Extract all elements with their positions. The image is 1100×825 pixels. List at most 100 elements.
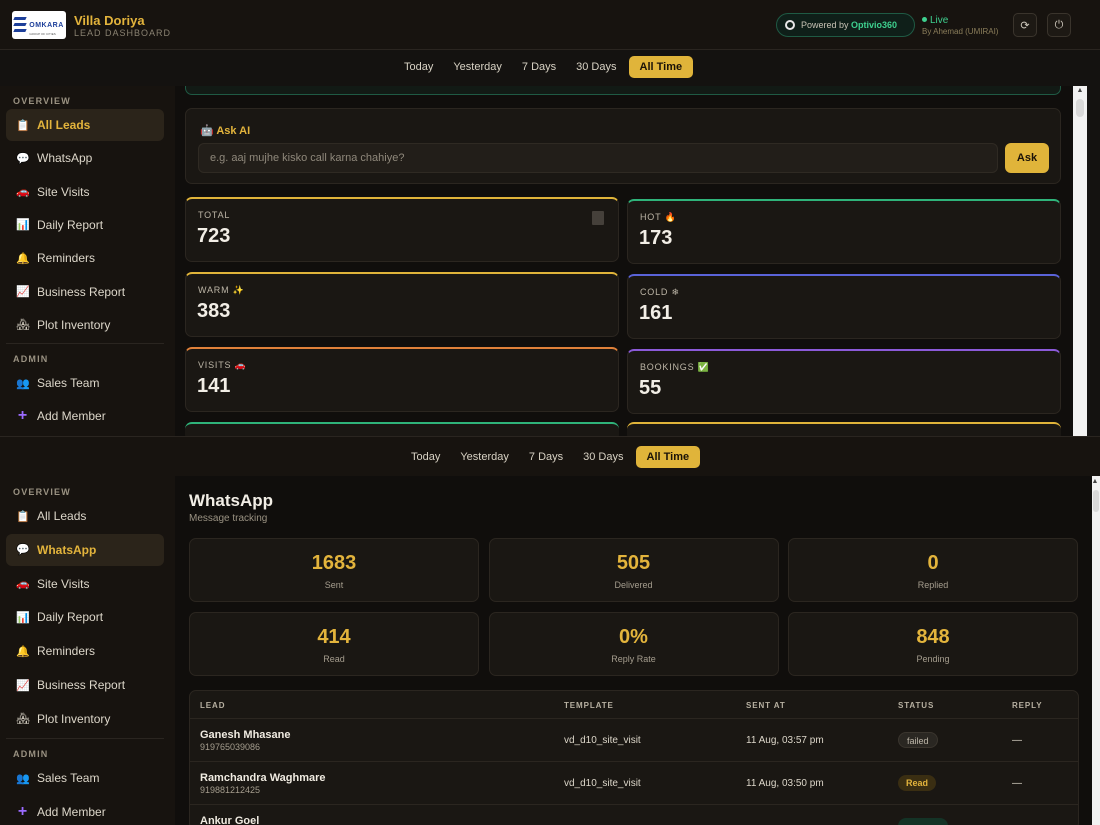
ask-ai-title: 🤖 Ask AI <box>200 125 251 137</box>
status-badge: failed <box>898 732 938 748</box>
powered-by-badge[interactable]: Powered by Optivio360 <box>776 13 915 37</box>
sidebar-item-add-member[interactable]: + Add Member <box>6 796 164 825</box>
template-name: vd_d10_site_visit <box>564 778 641 789</box>
ask-ai-input[interactable] <box>198 143 998 173</box>
scroll-up-icon[interactable]: ▲ <box>1075 87 1085 94</box>
table-row[interactable]: Ramchandra Waghmare 919881212425 vd_d10_si… <box>190 762 1078 805</box>
reminders-icon: 🔔 <box>16 645 30 658</box>
filter-7-days[interactable]: 7 Days <box>521 446 571 468</box>
refresh-button[interactable]: ⟳ <box>1013 13 1037 37</box>
sidebar-item-label: Business Report <box>37 284 126 299</box>
sidebar-item-label: Reminders <box>37 251 96 266</box>
scrollbar-thumb[interactable] <box>1093 490 1099 512</box>
stat-card-hot[interactable]: HOT 🔥 173 <box>627 199 1061 264</box>
brand-title: Villa Doriya <box>74 13 145 28</box>
sidebar-item-site-visits[interactable]: 🚗 Site Visits <box>6 568 164 600</box>
stat-card-warm[interactable]: WARM ✨ 383 <box>185 272 619 337</box>
scroll-up-icon[interactable]: ▲ <box>1090 478 1100 485</box>
scrollbar-thumb[interactable] <box>1076 99 1084 117</box>
sidebar-item-all-leads[interactable]: 📋 All Leads <box>6 109 164 141</box>
sidebar-item-label: Daily Report <box>37 610 104 625</box>
company-logo: OMKARA GROUP OF CITIES <box>12 11 66 39</box>
sidebar-item-business-report[interactable]: 📈 Business Report <box>6 669 164 701</box>
scrollbar-track[interactable] <box>1073 86 1087 436</box>
lead-name: Ganesh Mhasane <box>200 729 291 741</box>
filter-7-days[interactable]: 7 Days <box>514 56 564 78</box>
logout-button[interactable]: ⏻ <box>1047 13 1071 37</box>
metric-value: 1683 <box>311 552 357 574</box>
filter-yesterday[interactable]: Yesterday <box>452 446 517 468</box>
metric-label: Read <box>323 653 345 664</box>
sidebar-item-site-visits[interactable]: 🚗 Site Visits <box>6 176 164 208</box>
scrollbar-track[interactable] <box>1092 476 1100 825</box>
sidebar-item-reminders[interactable]: 🔔 Reminders <box>6 635 164 667</box>
metric-card-pending: 848 Pending <box>788 611 1078 676</box>
sent-at: 11 Aug, 03:57 pm <box>746 735 824 746</box>
sidebar: OVERVIEW 📋 All Leads 💬 WhatsApp 🚗 Site Visits 📊… <box>0 86 175 436</box>
filter-all-time[interactable]: All Time <box>628 56 694 78</box>
table-row[interactable]: Ankur Goel <box>190 805 1078 825</box>
add-member-icon: + <box>17 407 28 425</box>
filter-30-days[interactable]: 30 Days <box>575 446 631 468</box>
stat-value: 723 <box>197 225 231 247</box>
filter-all-time[interactable]: All Time <box>635 446 701 468</box>
column-header-lead[interactable]: LEAD <box>200 701 225 710</box>
filter-today[interactable]: Today <box>396 56 441 78</box>
sidebar-item-reminders[interactable]: 🔔 Reminders <box>6 242 164 274</box>
sidebar-item-add-member[interactable]: + Add Member <box>6 400 164 432</box>
reply-value: — <box>1012 778 1022 789</box>
metric-value: 505 <box>616 552 651 574</box>
logo-subtext: GROUP OF CITIES <box>29 32 56 36</box>
lead-phone: 919765039086 <box>200 742 261 752</box>
metric-value: 414 <box>317 625 351 648</box>
ring-icon <box>785 20 795 30</box>
stat-card-bookings[interactable]: BOOKINGS ✅ 55 <box>627 349 1061 414</box>
column-header-sent-at[interactable]: SENT AT <box>746 701 786 710</box>
sidebar-item-label: Sales Team <box>37 376 100 390</box>
date-filter-group: Today Yesterday 7 Days 30 Days All Time <box>396 56 694 78</box>
lead-name: Ankur Goel <box>200 815 260 825</box>
ask-button[interactable]: Ask <box>1005 143 1049 173</box>
sidebar-item-sales-team[interactable]: 👥 Sales Team <box>6 367 164 399</box>
stat-card-visits[interactable]: VISITS 🚗 141 <box>185 347 619 412</box>
whatsapp-icon: 💬 <box>16 544 30 557</box>
sidebar-item-whatsapp[interactable]: 💬 WhatsApp <box>6 533 164 566</box>
daily-report-icon: 📊 <box>16 219 30 232</box>
stat-value: 141 <box>197 375 231 397</box>
stat-card-total[interactable]: TOTAL 723 <box>185 197 619 262</box>
sidebar-item-whatsapp[interactable]: 💬 WhatsApp <box>6 142 164 174</box>
daily-report-icon: 📊 <box>16 611 30 624</box>
filter-today[interactable]: Today <box>403 446 448 468</box>
sidebar-item-business-report[interactable]: 📈 Business Report <box>6 276 164 308</box>
sidebar-item-all-leads[interactable]: 📋 All Leads <box>6 500 164 532</box>
status-badge <box>898 818 948 825</box>
plot-inventory-icon: 🏘 <box>16 713 30 726</box>
sidebar-item-sales-team[interactable]: 👥 Sales Team <box>6 762 164 794</box>
sidebar-item-plot-inventory[interactable]: 🏘 Plot Inventory <box>6 309 164 341</box>
next-stat-card-edge <box>627 422 1061 436</box>
message-table: LEAD TEMPLATE SENT AT STATUS REPLY Ganesh Mh… <box>189 690 1079 825</box>
sidebar-item-daily-report[interactable]: 📊 Daily Report <box>6 209 164 241</box>
logo-mark-icon <box>13 16 27 34</box>
column-header-reply[interactable]: REPLY <box>1012 701 1042 710</box>
section-label-admin: ADMIN <box>13 749 49 759</box>
whatsapp-icon: 💬 <box>16 152 30 165</box>
table-row[interactable]: Ganesh Mhasane 919765039086 vd_d10_site_vi… <box>190 719 1078 762</box>
sidebar-item-plot-inventory[interactable]: 🏘 Plot Inventory <box>6 703 164 735</box>
metric-card-reply-rate: 0% Reply Rate <box>488 611 779 676</box>
column-header-template[interactable]: TEMPLATE <box>564 701 614 710</box>
section-label-overview: OVERVIEW <box>13 96 71 106</box>
column-header-status[interactable]: STATUS <box>898 701 934 710</box>
filter-30-days[interactable]: 30 Days <box>568 56 624 78</box>
sidebar-item-daily-report[interactable]: 📊 Daily Report <box>6 601 164 633</box>
filter-yesterday[interactable]: Yesterday <box>445 56 510 78</box>
metric-value: 0% <box>619 625 648 648</box>
sidebar-item-label: Reminders <box>37 644 96 659</box>
whatsapp-panel: WhatsApp Message tracking 1683 Sent 505 Del… <box>175 476 1092 825</box>
stat-card-cold[interactable]: COLD ❄ 161 <box>627 274 1061 339</box>
powered-prefix: Powered by <box>801 20 849 30</box>
sidebar-item-label: WhatsApp <box>37 151 93 166</box>
reminders-icon: 🔔 <box>16 252 30 265</box>
metric-value: 0 <box>927 552 939 574</box>
date-filter-group: Today Yesterday 7 Days 30 Days All Time <box>403 446 701 468</box>
